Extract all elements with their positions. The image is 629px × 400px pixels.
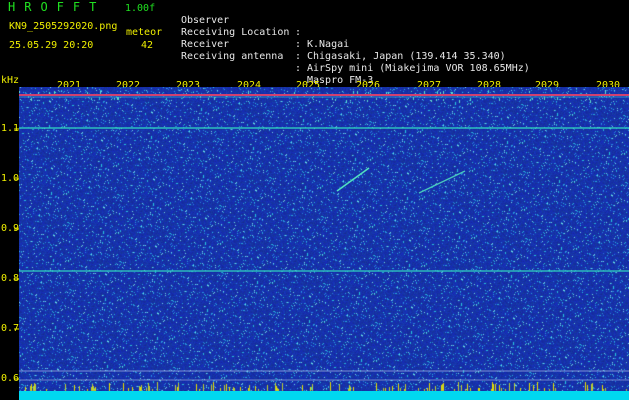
observer-row: Observer : K.Nagai bbox=[0, 3, 629, 50]
meteor-trail bbox=[336, 167, 370, 192]
antenna-row: Receiving antenna : Maspro FM-3 bbox=[0, 39, 629, 86]
y-axis-ticks bbox=[14, 128, 19, 380]
receiver-row: Receiver : AirSpy mini (Miakejima VOR 10… bbox=[0, 27, 629, 74]
spectrogram-plot[interactable] bbox=[19, 87, 629, 400]
spectrogram-features bbox=[19, 94, 629, 400]
antenna-separator: : bbox=[295, 63, 302, 74]
location-row: Receiving Location : Chigasaki, Japan (1… bbox=[0, 15, 629, 62]
location-value: Chigasaki, Japan (139.414 35.340) bbox=[307, 51, 506, 62]
y-axis-unit: kHz bbox=[1, 75, 20, 86]
antenna-label: Receiving antenna bbox=[181, 51, 284, 62]
receiver-value: AirSpy mini (Miakejima VOR 108.65MHz) bbox=[307, 63, 530, 74]
meteor-trail bbox=[418, 170, 466, 194]
base-band bbox=[19, 391, 629, 400]
receiver-separator: : bbox=[295, 51, 302, 62]
